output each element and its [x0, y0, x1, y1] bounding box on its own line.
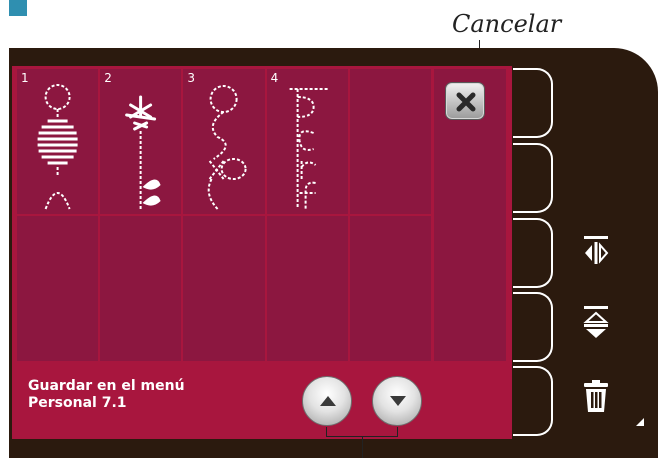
trash-icon[interactable]	[582, 378, 610, 414]
scroll-callout-line	[362, 436, 363, 458]
status-line-2: Personal 7.1	[28, 395, 127, 411]
mirror-end-to-end-icon[interactable]	[582, 304, 610, 340]
corner-indicator	[636, 418, 644, 426]
cancel-button[interactable]	[445, 82, 485, 120]
stitch-cell-10[interactable]	[349, 216, 431, 361]
close-icon	[456, 92, 476, 112]
stitch-cell-9[interactable]	[266, 216, 348, 361]
side-button-5[interactable]	[513, 366, 553, 436]
stitch-2-icon	[125, 95, 161, 209]
side-button-2[interactable]	[513, 143, 553, 213]
corner-tab	[9, 0, 27, 16]
stitch-4-icon	[289, 88, 328, 209]
scroll-up-button[interactable]	[302, 376, 352, 426]
side-button-1[interactable]	[513, 68, 553, 138]
stitch-cell-2[interactable]: 2	[100, 69, 182, 214]
stitch-cell-7[interactable]	[100, 216, 182, 361]
stitch-cell-6[interactable]	[17, 216, 99, 361]
stitch-grid: 1 2 3 4	[17, 69, 431, 361]
side-button-4[interactable]	[513, 292, 553, 362]
stitch-cell-1[interactable]: 1	[17, 69, 99, 214]
stitch-cell-4[interactable]: 4	[266, 69, 348, 214]
side-button-3[interactable]	[513, 218, 553, 288]
scroll-down-button[interactable]	[372, 376, 422, 426]
stitch-cell-3[interactable]: 3	[183, 69, 265, 214]
stitch-cell-8[interactable]	[183, 216, 265, 361]
arrow-down-icon	[390, 396, 406, 406]
stitch-1-icon	[37, 84, 78, 210]
mirror-side-to-side-icon[interactable]	[582, 234, 610, 268]
cancel-callout-label: Cancelar	[452, 10, 562, 38]
stitch-3-icon	[208, 85, 247, 210]
stitch-cell-5[interactable]	[349, 69, 431, 214]
status-line-1: Guardar en el menú	[28, 378, 185, 394]
arrow-up-icon	[320, 396, 336, 406]
status-text: Guardar en el menú Personal 7.1	[28, 378, 185, 412]
